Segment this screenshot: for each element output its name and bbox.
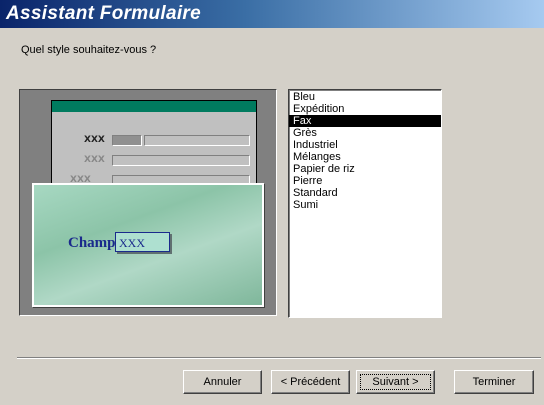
window-title: Assistant Formulaire: [6, 3, 201, 24]
preview-field: [144, 135, 250, 146]
style-list-item[interactable]: Standard: [289, 187, 441, 199]
title-bar: Assistant Formulaire: [0, 0, 544, 28]
finish-button-label: Terminer: [472, 376, 516, 388]
separator: [17, 357, 541, 359]
style-prompt: Quel style souhaitez-vous ?: [21, 44, 157, 56]
style-listbox[interactable]: Bleu Expédition Fax Grès Industriel Mélanges P…: [288, 89, 442, 318]
preview-field: [112, 135, 142, 146]
style-list-item[interactable]: Pierre: [289, 175, 441, 187]
style-list-item[interactable]: Papier de riz: [289, 163, 441, 175]
back-button[interactable]: < Précédent: [271, 370, 350, 394]
preview-champ-label: Champ: [68, 235, 116, 251]
style-list-item[interactable]: Sumi: [289, 199, 441, 211]
style-list-item[interactable]: Industriel: [289, 139, 441, 151]
style-list-item[interactable]: Fax: [289, 115, 441, 127]
finish-button[interactable]: Terminer: [454, 370, 534, 394]
preview-header-bar: [52, 101, 256, 112]
preview-label: XXX: [84, 135, 105, 145]
next-button-label: Suivant >: [372, 376, 419, 388]
style-preview: XXX XXX XXX Champ XXX: [19, 89, 277, 316]
style-list-item[interactable]: Bleu: [289, 91, 441, 103]
cancel-button[interactable]: Annuler: [183, 370, 262, 394]
preview-form-front: Champ XXX: [32, 183, 264, 307]
style-list-item[interactable]: Mélanges: [289, 151, 441, 163]
preview-label: XXX: [84, 155, 105, 165]
preview-champ-field: XXX: [115, 232, 170, 252]
back-button-label: < Précédent: [280, 376, 341, 388]
cancel-button-label: Annuler: [203, 376, 242, 388]
next-button[interactable]: Suivant >: [356, 370, 435, 394]
style-list[interactable]: Bleu Expédition Fax Grès Industriel Mélanges P…: [289, 90, 441, 211]
preview-field: [112, 155, 250, 166]
style-list-item[interactable]: Expédition: [289, 103, 441, 115]
style-list-item[interactable]: Grès: [289, 127, 441, 139]
